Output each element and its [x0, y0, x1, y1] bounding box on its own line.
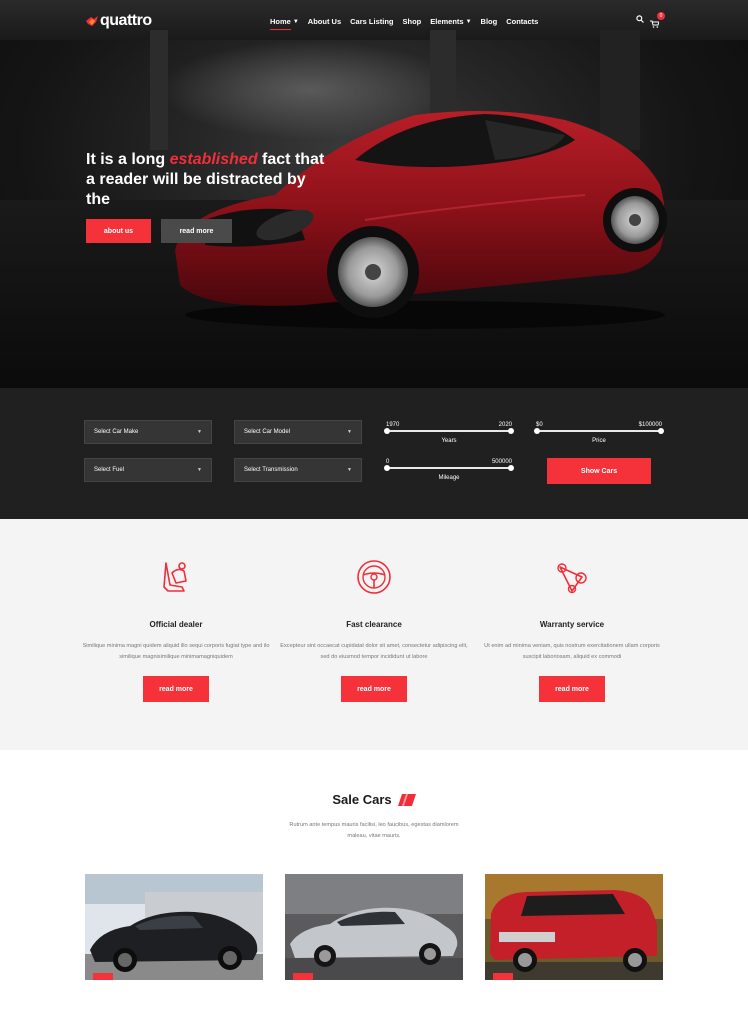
nav-icons: 0	[636, 12, 665, 33]
slider-track[interactable]	[534, 428, 664, 434]
sale-car-card[interactable]	[485, 874, 663, 980]
range-values: 0 500000	[386, 459, 512, 465]
brand-logo[interactable]: quattro	[86, 12, 152, 30]
chevron-down-icon: ▼	[292, 18, 299, 25]
menu-item-about-us[interactable]: About Us	[308, 17, 341, 26]
sale-car-card[interactable]	[285, 874, 463, 980]
select-label: Select Car Model	[244, 429, 291, 435]
slider-handle-min[interactable]	[384, 465, 390, 471]
car-seat-icon	[163, 562, 187, 592]
caret-down-icon: ▼	[197, 429, 202, 435]
caret-down-icon: ▼	[197, 467, 202, 473]
sale-car-card[interactable]	[85, 874, 263, 980]
menu-item-label: Shop	[402, 17, 422, 26]
select-label: Select Car Make	[94, 429, 139, 435]
about-us-button[interactable]: about us	[86, 219, 151, 243]
slider-handle-max[interactable]	[508, 428, 514, 434]
hero-title-accent: established	[169, 151, 258, 168]
car-photo	[85, 874, 263, 980]
range-label: Years	[441, 438, 457, 444]
timing-belt-icon	[557, 563, 587, 594]
fuel-select[interactable]: Select Fuel ▼	[84, 458, 212, 482]
transmission-select[interactable]: Select Transmission ▼	[234, 458, 362, 482]
price-range-slider[interactable]: $0 $100000 Price	[534, 422, 664, 462]
price-tag	[493, 973, 513, 980]
menu-item-contacts[interactable]: Contacts	[506, 17, 538, 26]
hero-title: It is a long established fact that a rea…	[86, 150, 326, 210]
range-label: Mileage	[438, 475, 460, 481]
slider-handle-min[interactable]	[534, 428, 540, 434]
show-cars-button[interactable]: Show Cars	[547, 458, 651, 484]
section-title: Sale Cars	[332, 792, 392, 807]
flame-logo-icon	[86, 16, 98, 26]
price-tag	[93, 973, 113, 980]
slider-track[interactable]	[384, 465, 514, 471]
menu-item-label: Home	[270, 17, 291, 26]
caret-down-icon: ▼	[347, 429, 352, 435]
mileage-range-slider[interactable]: 0 500000 Mileage	[384, 459, 514, 499]
feature-description: Similique minima magni quidem aliquid il…	[82, 643, 270, 660]
main-menu: Home ▼ About Us Cars Listing Shop Element…	[270, 17, 538, 30]
hero-car-image	[175, 111, 667, 329]
feature-card: Warranty service Ut enim ad minima venia…	[472, 557, 672, 702]
feature-card: Official dealer Similique minima magni q…	[76, 557, 276, 702]
menu-item-label: Blog	[480, 17, 498, 26]
hero-section: quattro Home ▼ About Us Cars Listing Shop…	[0, 0, 748, 388]
car-photo	[485, 874, 663, 980]
select-label: Select Transmission	[244, 467, 298, 473]
feature-title: Fast clearance	[346, 620, 402, 629]
feature-read-more-button[interactable]: read more	[143, 676, 209, 702]
hero-read-more-button[interactable]: read more	[161, 219, 232, 243]
menu-item-label: Elements	[430, 17, 464, 26]
chevron-down-icon: ▼	[465, 18, 472, 25]
price-tag	[293, 973, 313, 980]
feature-read-more-button[interactable]: read more	[341, 676, 407, 702]
feature-read-more-button[interactable]: read more	[539, 676, 605, 702]
feature-title: Official dealer	[149, 620, 203, 629]
range-values: 1970 2020	[386, 422, 512, 428]
menu-item-blog[interactable]: Blog	[481, 17, 498, 26]
car-model-select[interactable]: Select Car Model ▼	[234, 420, 362, 444]
select-label: Select Fuel	[94, 467, 125, 473]
feature-title: Warranty service	[539, 620, 605, 629]
feature-description: Excepteur sint occaecat cupidatat dolor …	[280, 643, 468, 660]
hero-title-part: It is a long	[86, 151, 170, 168]
stripes-decoration-icon	[397, 793, 416, 806]
sale-heading: Sale Cars	[0, 792, 748, 807]
menu-item-cars-listing[interactable]: Cars Listing	[350, 17, 393, 26]
car-photo	[285, 874, 463, 980]
menu-item-label: Cars Listing	[350, 17, 394, 26]
slider-handle-max[interactable]	[508, 465, 514, 471]
menu-item-label: About Us	[307, 17, 342, 26]
range-label: Price	[592, 438, 606, 444]
menu-item-shop[interactable]: Shop	[402, 17, 421, 26]
top-navbar: quattro Home ▼ About Us Cars Listing Shop…	[0, 0, 748, 44]
brand-name: quattro	[100, 12, 152, 29]
sale-cars-section: Sale Cars Rutrum ante tempus mauris faci…	[0, 750, 748, 1024]
cart-button[interactable]: 0	[650, 12, 665, 33]
menu-item-home[interactable]: Home ▼	[270, 17, 299, 30]
years-range-slider[interactable]: 1970 2020 Years	[384, 422, 514, 462]
cart-count-badge: 0	[657, 12, 665, 20]
steering-wheel-icon	[357, 560, 391, 594]
slider-handle-min[interactable]	[384, 428, 390, 434]
feature-description: Ut enim ad minima veniam, quis nostrum e…	[484, 643, 660, 660]
range-min: 1970	[386, 422, 400, 428]
menu-item-label: Contacts	[506, 17, 539, 26]
search-icon[interactable]	[636, 15, 644, 23]
slider-track[interactable]	[384, 428, 514, 434]
menu-item-elements[interactable]: Elements ▼	[430, 17, 471, 26]
cart-icon	[650, 20, 660, 28]
car-make-select[interactable]: Select Car Make ▼	[84, 420, 212, 444]
page: quattro Home ▼ About Us Cars Listing Shop…	[0, 0, 748, 1024]
range-values: $0 $100000	[536, 422, 662, 428]
range-max: $100000	[638, 422, 662, 428]
section-subtitle: Rutrum ante tempus mauris facilisi, leo …	[289, 822, 459, 839]
caret-down-icon: ▼	[347, 467, 352, 473]
features-section: Official dealer Similique minima magni q…	[0, 519, 748, 750]
feature-card: Fast clearance Excepteur sint occaecat c…	[274, 557, 474, 702]
slider-handle-max[interactable]	[658, 428, 664, 434]
range-max: 500000	[491, 459, 512, 465]
